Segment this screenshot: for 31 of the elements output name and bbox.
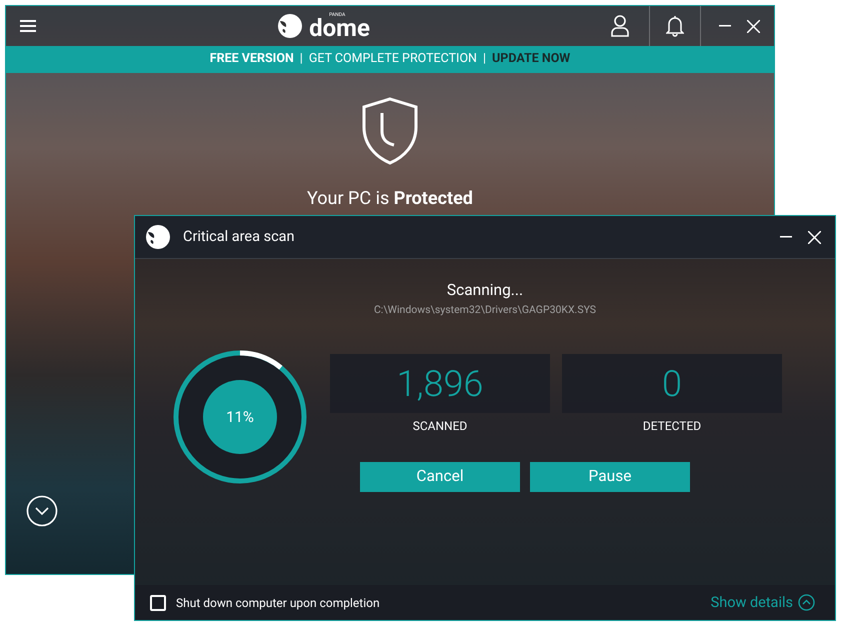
logo-icon: [277, 13, 304, 39]
stat-label: SCANNED: [412, 418, 468, 435]
chevron-up-icon[interactable]: [798, 594, 815, 611]
banner-text: FREE VERSION: [210, 50, 294, 68]
cancel-button[interactable]: Cancel: [360, 462, 520, 492]
shutdown-checkbox[interactable]: [150, 594, 166, 610]
shield-icon: [360, 97, 420, 165]
menu-icon[interactable]: [20, 19, 36, 33]
minimize-icon[interactable]: [780, 236, 792, 238]
banner-text: GET COMPLETE PROTECTION: [308, 50, 477, 68]
stat-value: 1,896: [330, 354, 550, 413]
file-path: C:\Windows\system32\Drivers\GAGP30KX.SYS: [374, 302, 596, 318]
chevron-down-icon[interactable]: [26, 495, 58, 527]
update-link[interactable]: UPDATE NOW: [492, 50, 570, 69]
show-details-link[interactable]: Show details: [710, 592, 793, 614]
status-text: Your PC is Protected: [307, 187, 473, 211]
user-icon[interactable]: [611, 15, 629, 37]
shutdown-label: Shut down computer upon completion: [176, 594, 381, 612]
dialog-title: Critical area scan: [183, 227, 296, 248]
logo-text: dome: [309, 16, 370, 40]
bell-icon[interactable]: [666, 15, 684, 37]
close-icon[interactable]: [808, 230, 821, 244]
minimize-icon[interactable]: [719, 25, 731, 27]
close-icon[interactable]: [747, 20, 760, 32]
logo-icon: [145, 224, 171, 250]
separator-text: |: [482, 50, 486, 68]
scanning-heading: Scanning...: [446, 280, 524, 301]
stat-value: 0: [562, 354, 782, 413]
pause-button[interactable]: Pause: [530, 462, 690, 492]
stat-label: DETECTED: [642, 418, 702, 435]
separator-text: |: [300, 50, 303, 68]
